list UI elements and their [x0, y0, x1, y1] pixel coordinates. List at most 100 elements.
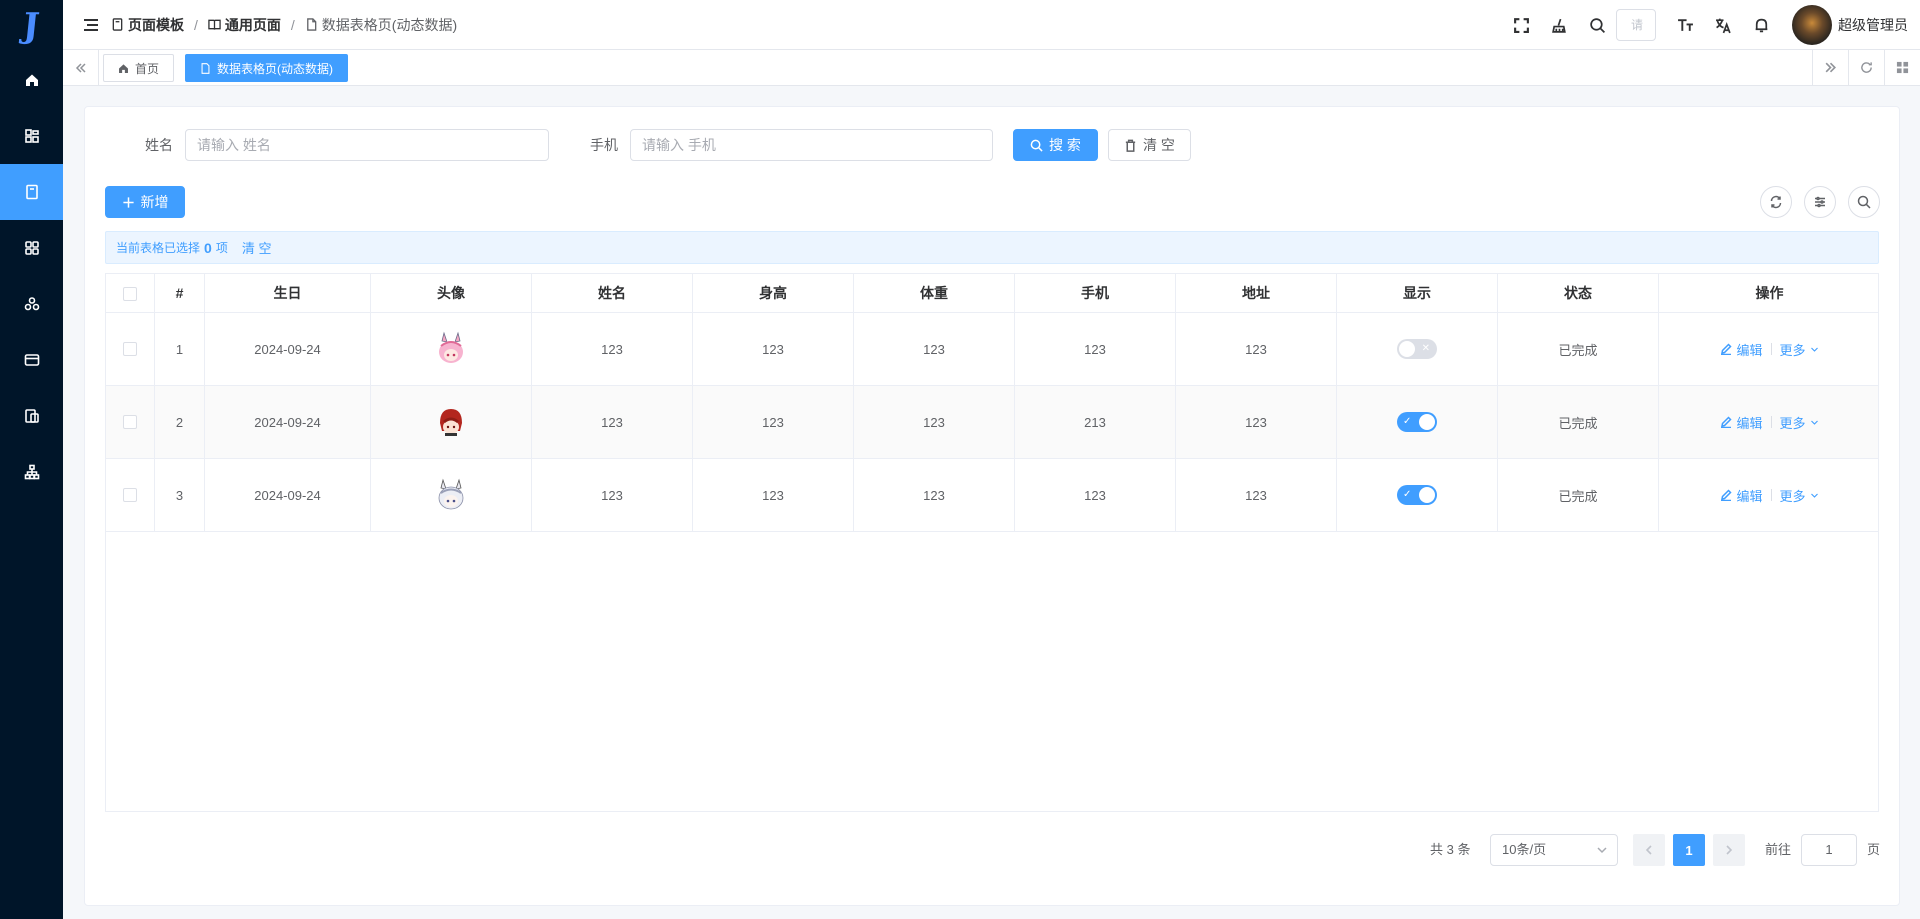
phone-input[interactable]: 请输入 手机 [630, 129, 993, 161]
show-toggle[interactable]: ✕ [1397, 339, 1437, 359]
column-settings-button[interactable] [1804, 186, 1836, 218]
prev-page-button[interactable] [1633, 834, 1665, 866]
tab-menu-button[interactable] [1884, 50, 1920, 85]
goto-page-input[interactable]: 1 [1801, 834, 1857, 866]
sidebar-item-documents[interactable] [0, 388, 63, 444]
sidebar-item-components[interactable] [0, 108, 63, 164]
more-dropdown[interactable]: 更多 [1780, 340, 1819, 359]
show-toggle[interactable]: ✓ [1397, 485, 1437, 505]
sidebar-item-card[interactable] [0, 332, 63, 388]
chevron-left-icon [1645, 845, 1652, 855]
cell-status: 已完成 [1498, 313, 1659, 385]
tabs-scroll-right-button[interactable] [1812, 50, 1848, 85]
bell-icon [1755, 18, 1767, 32]
tab-home[interactable]: 首页 [103, 54, 175, 82]
cell-phone: 123 [1015, 459, 1176, 531]
refresh-tab-button[interactable] [1848, 50, 1884, 85]
cell-phone: 123 [1015, 313, 1176, 385]
search-icon [1589, 17, 1605, 33]
breadcrumb-label: 通用页面 [224, 16, 281, 33]
select-all-checkbox[interactable] [123, 287, 137, 302]
check-icon: ✓ [1403, 489, 1412, 500]
search-form: 姓名 请输入 姓名 手机 请输入 手机 搜 索 清 空 [85, 129, 1899, 161]
search-button[interactable]: 搜 索 [1013, 129, 1098, 161]
next-page-button[interactable] [1713, 834, 1745, 866]
data-table: # 生日 头像 姓名 身高 体重 手机 地址 显示 状态 操作 1 2024-0… [105, 273, 1879, 812]
user-avatar[interactable] [1792, 5, 1832, 45]
cell-birthday: 2024-09-24 [205, 386, 371, 458]
grid-icon [24, 241, 39, 255]
tab-data-table[interactable]: 数据表格页(动态数据) [185, 54, 348, 82]
sidebar-item-home[interactable] [0, 52, 63, 108]
document-icon [306, 18, 317, 31]
font-size-button[interactable] [1666, 0, 1704, 50]
clear-selection-link[interactable]: 清 空 [242, 238, 272, 257]
sidebar-item-grid[interactable] [0, 220, 63, 276]
username[interactable]: 超级管理员 [1838, 15, 1908, 35]
clear-button-label: 清 空 [1143, 137, 1175, 153]
cell-address: 123 [1176, 313, 1337, 385]
edit-label: 编辑 [1736, 488, 1763, 504]
page-icon [112, 18, 123, 31]
sidebar-item-pages[interactable] [0, 164, 63, 220]
font-size-icon [1677, 18, 1693, 31]
more-dropdown[interactable]: 更多 [1780, 413, 1819, 432]
add-button[interactable]: 新增 [105, 186, 185, 218]
toggle-search-button[interactable] [1848, 186, 1880, 218]
clear-button[interactable]: 清 空 [1108, 129, 1191, 161]
refresh-icon [1861, 62, 1872, 73]
edit-link[interactable]: 编辑 [1720, 340, 1763, 359]
row-checkbox[interactable] [123, 415, 137, 429]
translate-icon [1715, 18, 1731, 33]
menu-toggle-button[interactable] [71, 0, 111, 50]
cell-height: 123 [693, 386, 854, 458]
breadcrumb-item[interactable]: 通用页面 [208, 15, 281, 35]
row-checkbox[interactable] [123, 342, 137, 356]
header-search-input[interactable]: 请 [1616, 9, 1656, 41]
select-all-cell [106, 274, 155, 312]
search-button[interactable] [1578, 0, 1616, 50]
refresh-button[interactable] [1760, 186, 1792, 218]
notification-button[interactable] [1742, 0, 1780, 50]
cell-name: 123 [532, 386, 693, 458]
sidebar-item-org[interactable] [0, 444, 63, 500]
logo[interactable]: J [0, 0, 63, 52]
selection-prefix: 当前表格已选择 [116, 241, 201, 255]
page-size-select[interactable]: 10条/页 [1490, 834, 1618, 866]
header-actions: 请 超级管理员 [1502, 0, 1920, 50]
org-chart-icon [24, 464, 39, 480]
menu-icon [84, 18, 98, 31]
fullscreen-button[interactable] [1502, 0, 1540, 50]
more-label: 更多 [1779, 415, 1806, 431]
column-header: 姓名 [532, 274, 693, 312]
selection-suffix: 项 [215, 241, 228, 255]
selection-info: 当前表格已选择 0 项 清 空 [105, 231, 1879, 264]
chevron-right-icon [1726, 845, 1733, 855]
column-header: # [155, 274, 205, 312]
page-number-current[interactable]: 1 [1673, 834, 1705, 866]
cell-index: 2 [155, 386, 205, 458]
double-chevron-right-icon [1825, 62, 1836, 73]
more-dropdown[interactable]: 更多 [1780, 486, 1819, 505]
name-input[interactable]: 请输入 姓名 [185, 129, 549, 161]
language-button[interactable] [1704, 0, 1742, 50]
row-checkbox[interactable] [123, 488, 137, 502]
chevron-down-icon [1810, 420, 1818, 425]
theme-button[interactable] [1540, 0, 1578, 50]
show-toggle[interactable]: ✓ [1397, 412, 1437, 432]
pagination: 共 3 条 10条/页 1 前往 1 页 [85, 834, 1899, 866]
edit-link[interactable]: 编辑 [1720, 413, 1763, 432]
breadcrumb-item[interactable]: 页面模板 [111, 15, 184, 35]
plus-icon [122, 196, 134, 208]
cell-name: 123 [532, 313, 693, 385]
sidebar-item-apps[interactable] [0, 276, 63, 332]
tabs-scroll-left-button[interactable] [63, 50, 99, 85]
edit-link[interactable]: 编辑 [1720, 486, 1763, 505]
search-icon [1030, 139, 1043, 152]
phone-label: 手机 [590, 137, 618, 153]
breadcrumb: 页面模板 / 通用页面 / 数据表格页(动态数据) [111, 15, 457, 35]
document-icon [24, 409, 39, 423]
more-label: 更多 [1779, 488, 1806, 504]
add-button-label: 新增 [140, 194, 169, 210]
cell-address: 123 [1176, 459, 1337, 531]
